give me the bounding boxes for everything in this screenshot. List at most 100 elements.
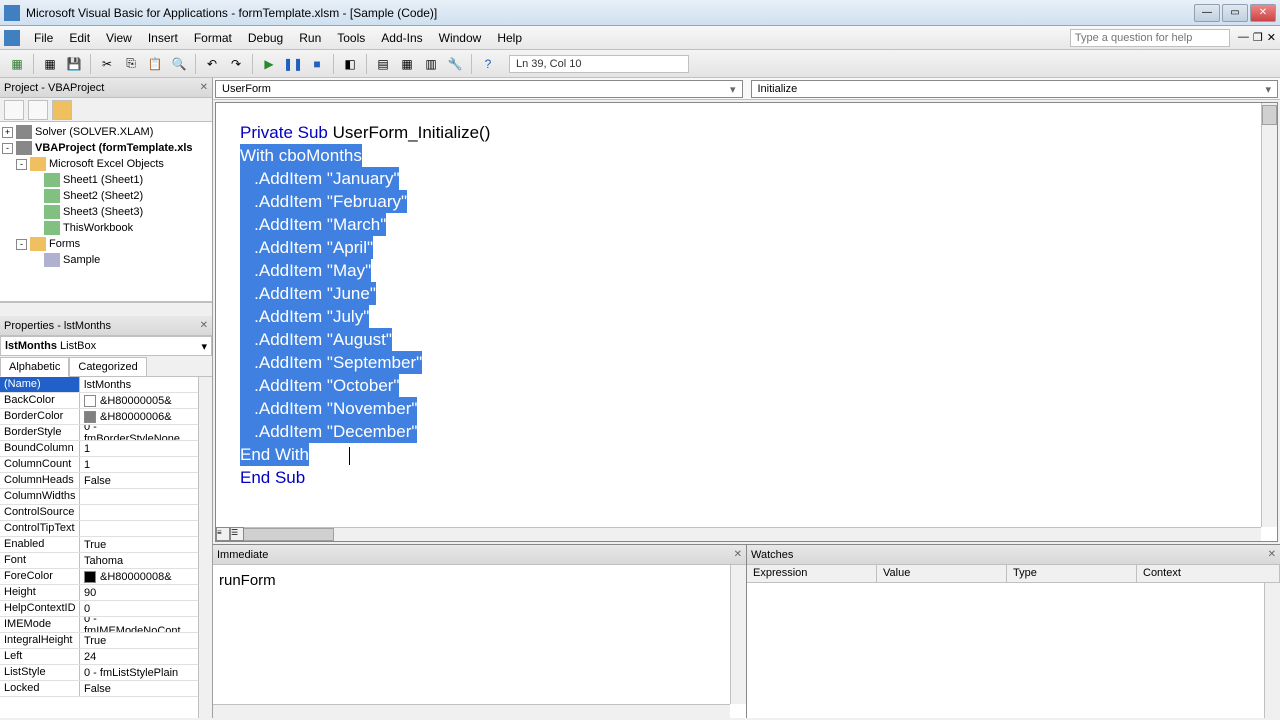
tree-scrollbar[interactable] — [0, 302, 212, 316]
expand-icon[interactable]: + — [2, 127, 13, 138]
expand-icon[interactable]: - — [16, 239, 27, 250]
code-editor[interactable]: Private Sub UserForm_Initialize()With cb… — [215, 102, 1278, 542]
code-hscrollbar[interactable]: ≡ ☰ — [216, 527, 1261, 541]
run-button[interactable]: ▶ — [258, 53, 280, 75]
redo-button[interactable]: ↷ — [225, 53, 247, 75]
properties-button[interactable]: ▦ — [396, 53, 418, 75]
property-row[interactable]: LockedFalse — [0, 681, 198, 697]
watches-scrollbar[interactable] — [1264, 583, 1280, 718]
watch-col-value[interactable]: Value — [877, 565, 1007, 582]
design-mode-button[interactable]: ◧ — [339, 53, 361, 75]
menu-debug[interactable]: Debug — [240, 28, 291, 48]
tree-node[interactable]: Sheet3 (Sheet3) — [2, 204, 210, 220]
property-row[interactable]: BorderStyle0 - fmBorderStyleNone — [0, 425, 198, 441]
tab-categorized[interactable]: Categorized — [69, 357, 146, 377]
immediate-vscrollbar[interactable] — [730, 565, 746, 704]
menu-view[interactable]: View — [98, 28, 140, 48]
watches-close-icon[interactable]: ✕ — [1268, 549, 1276, 560]
mdi-close-button[interactable]: ✕ — [1267, 31, 1276, 44]
help-button[interactable]: ? — [477, 53, 499, 75]
save-button[interactable]: 💾 — [63, 53, 85, 75]
menu-tools[interactable]: Tools — [329, 28, 373, 48]
mdi-restore-button[interactable]: ❐ — [1253, 31, 1263, 44]
expand-icon[interactable]: - — [16, 159, 27, 170]
menu-run[interactable]: Run — [291, 28, 329, 48]
property-row[interactable]: ColumnHeadsFalse — [0, 473, 198, 489]
property-row[interactable]: IntegralHeightTrue — [0, 633, 198, 649]
properties-grid[interactable]: (Name)lstMonthsBackColor&H80000005&Borde… — [0, 377, 198, 718]
property-row[interactable]: ColumnCount1 — [0, 457, 198, 473]
object-combo[interactable]: UserForm ▾ — [215, 80, 743, 98]
property-row[interactable]: (Name)lstMonths — [0, 377, 198, 393]
tree-node[interactable]: +Solver (SOLVER.XLAM) — [2, 124, 210, 140]
tab-alphabetic[interactable]: Alphabetic — [0, 357, 69, 377]
tree-node[interactable]: -Forms — [2, 236, 210, 252]
property-row[interactable]: ListStyle0 - fmListStylePlain — [0, 665, 198, 681]
menu-edit[interactable]: Edit — [61, 28, 98, 48]
minimize-button[interactable]: — — [1194, 4, 1220, 22]
immediate-window[interactable]: runForm — [213, 565, 746, 718]
procedure-view-button[interactable]: ≡ — [216, 527, 230, 541]
maximize-button[interactable]: ▭ — [1222, 4, 1248, 22]
project-panel-close-icon[interactable]: ✕ — [200, 82, 208, 93]
property-row[interactable]: BorderColor&H80000006& — [0, 409, 198, 425]
menu-file[interactable]: File — [26, 28, 61, 48]
tree-node[interactable]: -Microsoft Excel Objects — [2, 156, 210, 172]
property-row[interactable]: ControlTipText — [0, 521, 198, 537]
tree-node[interactable]: Sample — [2, 252, 210, 268]
insert-button[interactable]: ▦ — [39, 53, 61, 75]
property-row[interactable]: Height90 — [0, 585, 198, 601]
view-code-button[interactable] — [4, 100, 24, 120]
property-row[interactable]: Left24 — [0, 649, 198, 665]
tree-node[interactable]: Sheet2 (Sheet2) — [2, 188, 210, 204]
toggle-folders-button[interactable] — [52, 100, 72, 120]
menu-insert[interactable]: Insert — [140, 28, 186, 48]
property-row[interactable]: BackColor&H80000005& — [0, 393, 198, 409]
break-button[interactable]: ❚❚ — [282, 53, 304, 75]
object-browser-button[interactable]: ▥ — [420, 53, 442, 75]
help-search[interactable] — [1070, 29, 1230, 47]
menu-add-ins[interactable]: Add-Ins — [373, 28, 430, 48]
tree-node[interactable]: ThisWorkbook — [2, 220, 210, 236]
paste-button[interactable]: 📋 — [144, 53, 166, 75]
menu-help[interactable]: Help — [489, 28, 530, 48]
menu-format[interactable]: Format — [186, 28, 240, 48]
immediate-close-icon[interactable]: ✕ — [734, 549, 742, 560]
properties-object-combo[interactable]: lstMonths ListBox ▾ — [0, 336, 212, 356]
property-row[interactable]: ColumnWidths — [0, 489, 198, 505]
reset-button[interactable]: ■ — [306, 53, 328, 75]
watches-body[interactable] — [747, 583, 1280, 718]
project-explorer-button[interactable]: ▤ — [372, 53, 394, 75]
close-button[interactable]: ✕ — [1250, 4, 1276, 22]
properties-scrollbar[interactable] — [198, 377, 212, 718]
procedure-combo[interactable]: Initialize ▾ — [751, 80, 1279, 98]
tree-node[interactable]: -VBAProject (formTemplate.xls — [2, 140, 210, 156]
copy-button[interactable]: ⎘ — [120, 53, 142, 75]
property-row[interactable]: BoundColumn1 — [0, 441, 198, 457]
property-row[interactable]: ForeColor&H80000008& — [0, 569, 198, 585]
immediate-hscrollbar[interactable] — [213, 704, 730, 718]
project-tree[interactable]: +Solver (SOLVER.XLAM)-VBAProject (formTe… — [0, 122, 212, 302]
view-object-button[interactable] — [28, 100, 48, 120]
view-excel-button[interactable]: ▦ — [6, 53, 28, 75]
property-row[interactable]: IMEMode0 - fmIMEModeNoCont — [0, 617, 198, 633]
expand-icon[interactable]: - — [2, 143, 13, 154]
toolbox-button[interactable]: 🔧 — [444, 53, 466, 75]
system-icon[interactable] — [4, 30, 20, 46]
property-row[interactable]: ControlSource — [0, 505, 198, 521]
tree-node[interactable]: Sheet1 (Sheet1) — [2, 172, 210, 188]
property-row[interactable]: EnabledTrue — [0, 537, 198, 553]
property-row[interactable]: FontTahoma — [0, 553, 198, 569]
undo-button[interactable]: ↶ — [201, 53, 223, 75]
mdi-minimize-button[interactable]: — — [1238, 31, 1249, 44]
watch-col-type[interactable]: Type — [1007, 565, 1137, 582]
code-vscrollbar[interactable] — [1261, 103, 1277, 527]
watch-col-expression[interactable]: Expression — [747, 565, 877, 582]
find-button[interactable]: 🔍 — [168, 53, 190, 75]
full-view-button[interactable]: ☰ — [230, 527, 244, 541]
watch-col-context[interactable]: Context — [1137, 565, 1280, 582]
cut-button[interactable]: ✂ — [96, 53, 118, 75]
property-row[interactable]: HelpContextID0 — [0, 601, 198, 617]
properties-panel-close-icon[interactable]: ✕ — [200, 320, 208, 331]
menu-window[interactable]: Window — [431, 28, 490, 48]
